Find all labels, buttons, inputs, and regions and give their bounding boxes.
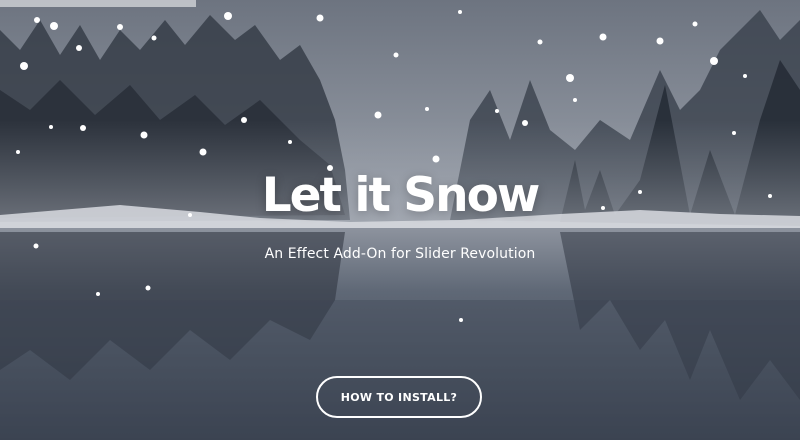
hero-title: Let it Snow bbox=[261, 168, 541, 223]
hero-subtitle: An Effect Add-On for Slider Revolution bbox=[264, 246, 536, 262]
top-progress-bar bbox=[0, 0, 196, 7]
hero-slider: Let it Snow An Effect Add-On for Slider … bbox=[0, 0, 800, 440]
how-to-install-button[interactable]: HOW TO INSTALL? bbox=[316, 376, 482, 418]
